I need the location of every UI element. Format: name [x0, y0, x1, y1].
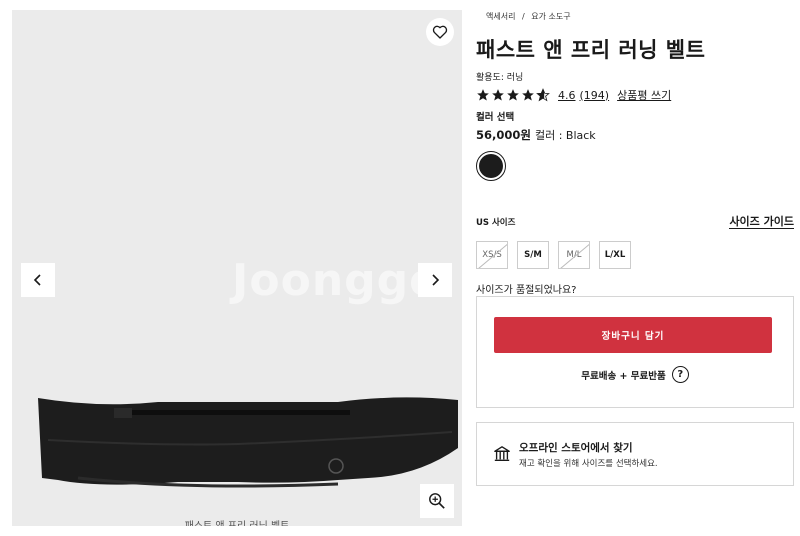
- product-activity: 활용도: 러닝: [476, 73, 524, 83]
- product-details: 액세서리 / 요가 소도구 패스트 앤 프리 러닝 벨트 활용도: 러닝 4.6…: [476, 10, 794, 486]
- store-finder[interactable]: 오프라인 스토어에서 찾기 재고 확인을 위해 사이즈를 선택하세요.: [476, 422, 794, 486]
- breadcrumb-accessories[interactable]: 액세서리: [486, 12, 515, 21]
- size-option-xs-s[interactable]: XS/S: [476, 241, 508, 269]
- size-options: XS/S S/M M/L L/XL: [476, 241, 794, 269]
- rating-value[interactable]: 4.6: [558, 89, 576, 102]
- star-icon: [522, 89, 534, 101]
- next-image-button[interactable]: [418, 263, 452, 297]
- size-label: US 사이즈: [476, 218, 516, 228]
- breadcrumb: 액세서리 / 요가 소도구: [486, 10, 794, 24]
- heart-icon: [432, 25, 448, 39]
- product-price: 56,000원: [476, 128, 531, 142]
- size-option-s-m[interactable]: S/M: [517, 241, 549, 269]
- star-icon: [492, 89, 504, 101]
- chevron-right-icon: [432, 274, 440, 286]
- shipping-info: 무료배송 + 무료반품 ?: [477, 366, 793, 383]
- wishlist-button[interactable]: [426, 18, 454, 46]
- product-gallery: Joonggo 패스트 앤 프리 러닝 벨트: [12, 10, 462, 526]
- chevron-left-icon: [33, 274, 41, 286]
- write-review-link[interactable]: 상품평 쓰기: [617, 87, 671, 103]
- size-header: US 사이즈 사이즈 가이드: [476, 215, 794, 229]
- store-icon: [494, 446, 510, 461]
- zoom-in-icon: [429, 493, 445, 509]
- help-icon[interactable]: ?: [671, 366, 689, 383]
- rating-row: 4.6 (194) 상품평 쓰기: [476, 87, 794, 103]
- star-icon: [507, 89, 519, 101]
- watermark: Joonggo: [232, 255, 441, 306]
- rating-stars: [476, 88, 550, 102]
- shipping-text: 무료배송 + 무료반품: [581, 370, 666, 382]
- store-text: 오프라인 스토어에서 찾기 재고 확인을 위해 사이즈를 선택하세요.: [519, 440, 658, 469]
- store-subtitle: 재고 확인을 위해 사이즈를 선택하세요.: [519, 458, 658, 469]
- price-row: 56,000원 컬러 : Black: [476, 127, 794, 143]
- size-option-m-l[interactable]: M/L: [558, 241, 590, 269]
- cart-panel: 장바구니 담기 무료배송 + 무료반품 ?: [476, 296, 794, 408]
- color-label: 컬러 선택: [476, 112, 515, 123]
- selected-color-text: 컬러 : Black: [534, 129, 596, 142]
- color-swatch-black[interactable]: [476, 151, 506, 181]
- breadcrumb-yoga-props[interactable]: 요가 소도구: [531, 12, 570, 21]
- previous-image-button[interactable]: [21, 263, 55, 297]
- breadcrumb-separator: /: [522, 12, 525, 21]
- product-title: 패스트 앤 프리 러닝 벨트: [476, 38, 706, 62]
- add-to-cart-button[interactable]: 장바구니 담기: [494, 317, 772, 353]
- size-guide-link[interactable]: 사이즈 가이드: [729, 215, 794, 229]
- half-star-icon: [536, 88, 550, 102]
- review-count-link[interactable]: (194): [580, 89, 610, 102]
- image-caption: 패스트 앤 프리 러닝 벨트: [12, 517, 462, 526]
- store-title: 오프라인 스토어에서 찾기: [519, 441, 633, 454]
- zoom-button[interactable]: [420, 484, 454, 518]
- size-option-l-xl[interactable]: L/XL: [599, 241, 631, 269]
- product-image[interactable]: [38, 388, 458, 498]
- star-icon: [477, 89, 489, 101]
